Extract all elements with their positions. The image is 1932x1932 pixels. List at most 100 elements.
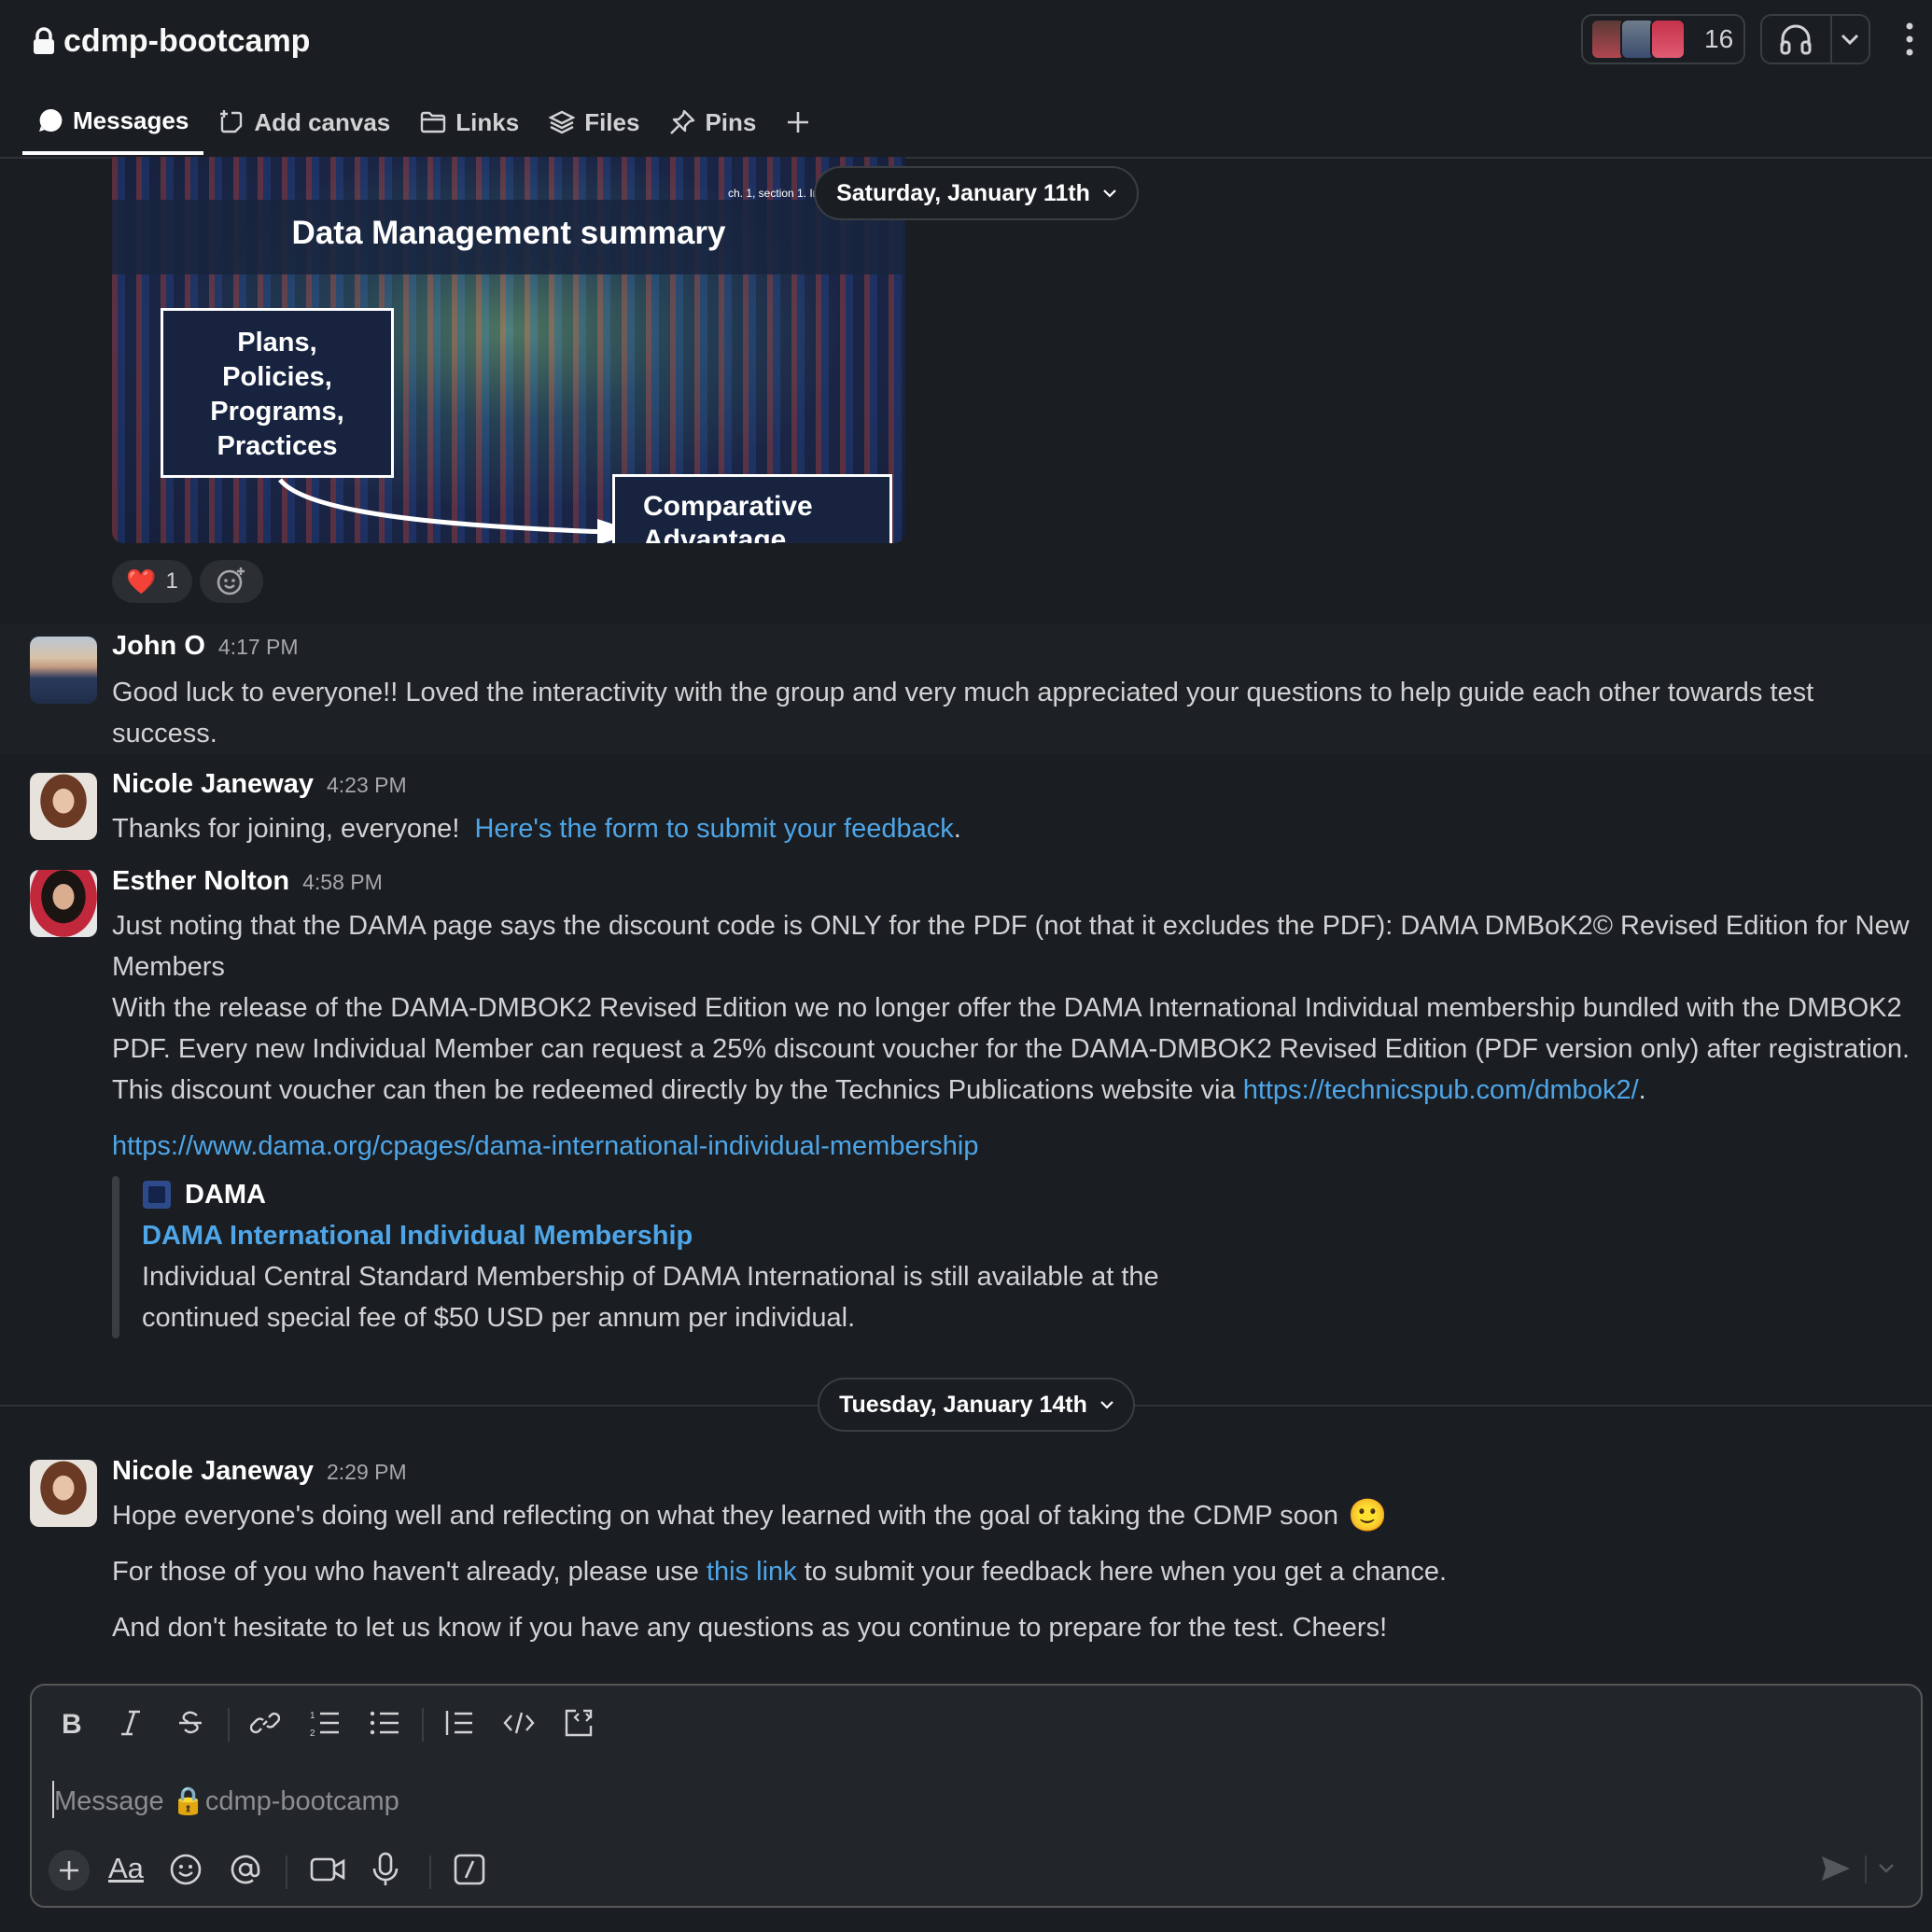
image-corner-text: ch. 1, section 1. In bbox=[728, 187, 819, 200]
svg-text:1: 1 bbox=[310, 1711, 315, 1721]
toolbar-divider bbox=[422, 1708, 424, 1742]
chevron-down-icon bbox=[1100, 1400, 1113, 1409]
strikethrough-button[interactable] bbox=[172, 1704, 209, 1742]
avatar[interactable] bbox=[30, 773, 97, 840]
timestamp[interactable]: 4:23 PM bbox=[327, 773, 407, 798]
chevron-down-icon[interactable] bbox=[1832, 34, 1869, 45]
member-avatar bbox=[1650, 19, 1686, 60]
formatting-toggle-button[interactable]: Aa bbox=[108, 1852, 144, 1889]
lock-icon bbox=[32, 27, 56, 55]
message-text: For those of you who haven't already, pl… bbox=[112, 1557, 1448, 1587]
avatar[interactable] bbox=[30, 1460, 97, 1527]
send-icon[interactable] bbox=[1820, 1854, 1852, 1883]
message-esther-nolton[interactable]: Esther Nolton 4:58 PM Just noting that t… bbox=[0, 861, 1932, 1346]
dama-site-icon bbox=[142, 1180, 172, 1210]
avatar[interactable] bbox=[30, 870, 97, 937]
numbered-list-button[interactable]: 12 bbox=[306, 1704, 343, 1742]
message-text: Good luck to everyone!! Loved the intera… bbox=[112, 678, 1814, 749]
channel-header: cdmp-bootcamp 16 Messages Add canvas Lin… bbox=[0, 0, 1932, 159]
svg-text:B: B bbox=[62, 1709, 82, 1737]
bold-button[interactable]: B bbox=[52, 1704, 90, 1742]
pin-icon bbox=[669, 109, 695, 135]
message-john-o[interactable]: John O 4:17 PM Good luck to everyone!! L… bbox=[0, 623, 1932, 754]
date-divider-jan-14[interactable]: Tuesday, January 14th bbox=[818, 1378, 1135, 1432]
code-button[interactable] bbox=[500, 1704, 538, 1742]
message-nicole-1[interactable]: Nicole Janeway 4:23 PM Thanks for joinin… bbox=[0, 763, 1932, 857]
author-name[interactable]: John O bbox=[112, 631, 205, 662]
unfurl-title-link[interactable]: DAMA International Individual Membership bbox=[142, 1215, 1169, 1256]
heart-emoji: ❤️ bbox=[126, 567, 157, 595]
timestamp[interactable]: 2:29 PM bbox=[327, 1460, 407, 1485]
feedback-form-link[interactable]: Here's the form to submit your feedback bbox=[474, 814, 953, 844]
avatar[interactable] bbox=[30, 637, 97, 704]
tab-files[interactable]: Files bbox=[534, 97, 654, 147]
message-text: Just noting that the DAMA page says the … bbox=[112, 911, 1910, 982]
headphones-icon bbox=[1762, 23, 1830, 55]
code-block-button[interactable] bbox=[560, 1704, 597, 1742]
members-button[interactable]: 16 bbox=[1581, 14, 1745, 64]
timestamp[interactable]: 4:58 PM bbox=[302, 870, 383, 895]
link-unfurl[interactable]: DAMA DAMA International Individual Membe… bbox=[142, 1174, 1169, 1338]
date-divider-jan-11[interactable]: Saturday, January 11th bbox=[814, 166, 1139, 220]
author-name[interactable]: Nicole Janeway bbox=[112, 1456, 314, 1487]
bulleted-list-button[interactable] bbox=[366, 1704, 403, 1742]
add-reaction-button[interactable] bbox=[200, 560, 263, 603]
reaction-count: 1 bbox=[165, 568, 178, 594]
italic-button[interactable] bbox=[112, 1704, 149, 1742]
microphone-icon[interactable] bbox=[371, 1852, 399, 1887]
image-box-advantage: Comparative Advantage bbox=[612, 474, 892, 543]
message-input[interactable] bbox=[52, 1777, 1829, 1826]
canvas-icon bbox=[218, 109, 245, 135]
blockquote-button[interactable] bbox=[441, 1704, 478, 1742]
timestamp[interactable]: 4:17 PM bbox=[218, 635, 299, 660]
message-bubble-icon bbox=[37, 107, 63, 133]
tab-label: Add canvas bbox=[254, 107, 391, 136]
tab-links[interactable]: Links bbox=[405, 97, 534, 147]
folder-icon bbox=[420, 110, 446, 134]
tab-messages[interactable]: Messages bbox=[22, 97, 204, 155]
channel-title-button[interactable]: cdmp-bootcamp bbox=[32, 19, 310, 63]
plus-icon bbox=[786, 110, 810, 134]
tab-pins[interactable]: Pins bbox=[654, 97, 771, 147]
image-title: Data Management summary bbox=[291, 215, 726, 251]
tab-add-canvas[interactable]: Add canvas bbox=[203, 97, 405, 147]
toolbar-divider bbox=[228, 1708, 230, 1742]
message-text: Hope everyone's doing well and reflectin… bbox=[112, 1495, 1923, 1536]
video-clip-icon[interactable] bbox=[310, 1854, 345, 1885]
unfurl-bar bbox=[112, 1176, 119, 1338]
chevron-down-icon bbox=[1103, 189, 1116, 198]
tab-label: Files bbox=[584, 107, 640, 136]
huddle-button[interactable] bbox=[1760, 14, 1870, 64]
chevron-down-icon[interactable] bbox=[1878, 1863, 1895, 1874]
add-tab-button[interactable] bbox=[771, 97, 825, 147]
tab-label: Links bbox=[455, 107, 520, 136]
slightly-smiling-emoji: 🙂 bbox=[1348, 1498, 1388, 1533]
toolbar-divider bbox=[429, 1855, 431, 1889]
image-attachment[interactable]: ch. 1, section 1. In Data Management sum… bbox=[112, 157, 905, 543]
svg-text:2: 2 bbox=[310, 1729, 315, 1738]
slash-command-icon[interactable] bbox=[454, 1854, 485, 1885]
dama-url-link[interactable]: https://www.dama.org/cpages/dama-interna… bbox=[112, 1126, 978, 1167]
emoji-icon[interactable] bbox=[168, 1852, 203, 1887]
message-nicole-2[interactable]: Nicole Janeway 2:29 PM Hope everyone's d… bbox=[0, 1450, 1932, 1656]
tab-label: Messages bbox=[73, 105, 189, 134]
toolbar-divider bbox=[1865, 1855, 1867, 1883]
reaction-heart[interactable]: ❤️ 1 bbox=[112, 560, 192, 603]
technicspub-link[interactable]: https://technicspub.com/dmbok2/ bbox=[1243, 1075, 1639, 1105]
mention-icon[interactable] bbox=[228, 1852, 263, 1887]
more-options-icon[interactable] bbox=[1900, 21, 1919, 58]
attach-plus-button[interactable] bbox=[49, 1850, 90, 1891]
channel-name: cdmp-bootcamp bbox=[63, 22, 311, 59]
author-name[interactable]: Esther Nolton bbox=[112, 866, 289, 897]
member-count: 16 bbox=[1704, 24, 1734, 53]
plus-icon bbox=[58, 1859, 80, 1882]
message-text: And don't hesitate to let us know if you… bbox=[112, 1613, 1388, 1643]
unfurl-description: Individual Central Standard Membership o… bbox=[142, 1262, 1159, 1333]
add-emoji-icon bbox=[216, 566, 247, 597]
author-name[interactable]: Nicole Janeway bbox=[112, 769, 314, 800]
message-text: With the release of the DAMA-DMBOK2 Revi… bbox=[112, 993, 1911, 1105]
layers-icon bbox=[549, 109, 576, 135]
image-box-plans: Plans, Policies, Programs, Practices bbox=[161, 308, 394, 478]
link-button[interactable] bbox=[246, 1704, 284, 1742]
feedback-link[interactable]: this link bbox=[707, 1557, 797, 1587]
